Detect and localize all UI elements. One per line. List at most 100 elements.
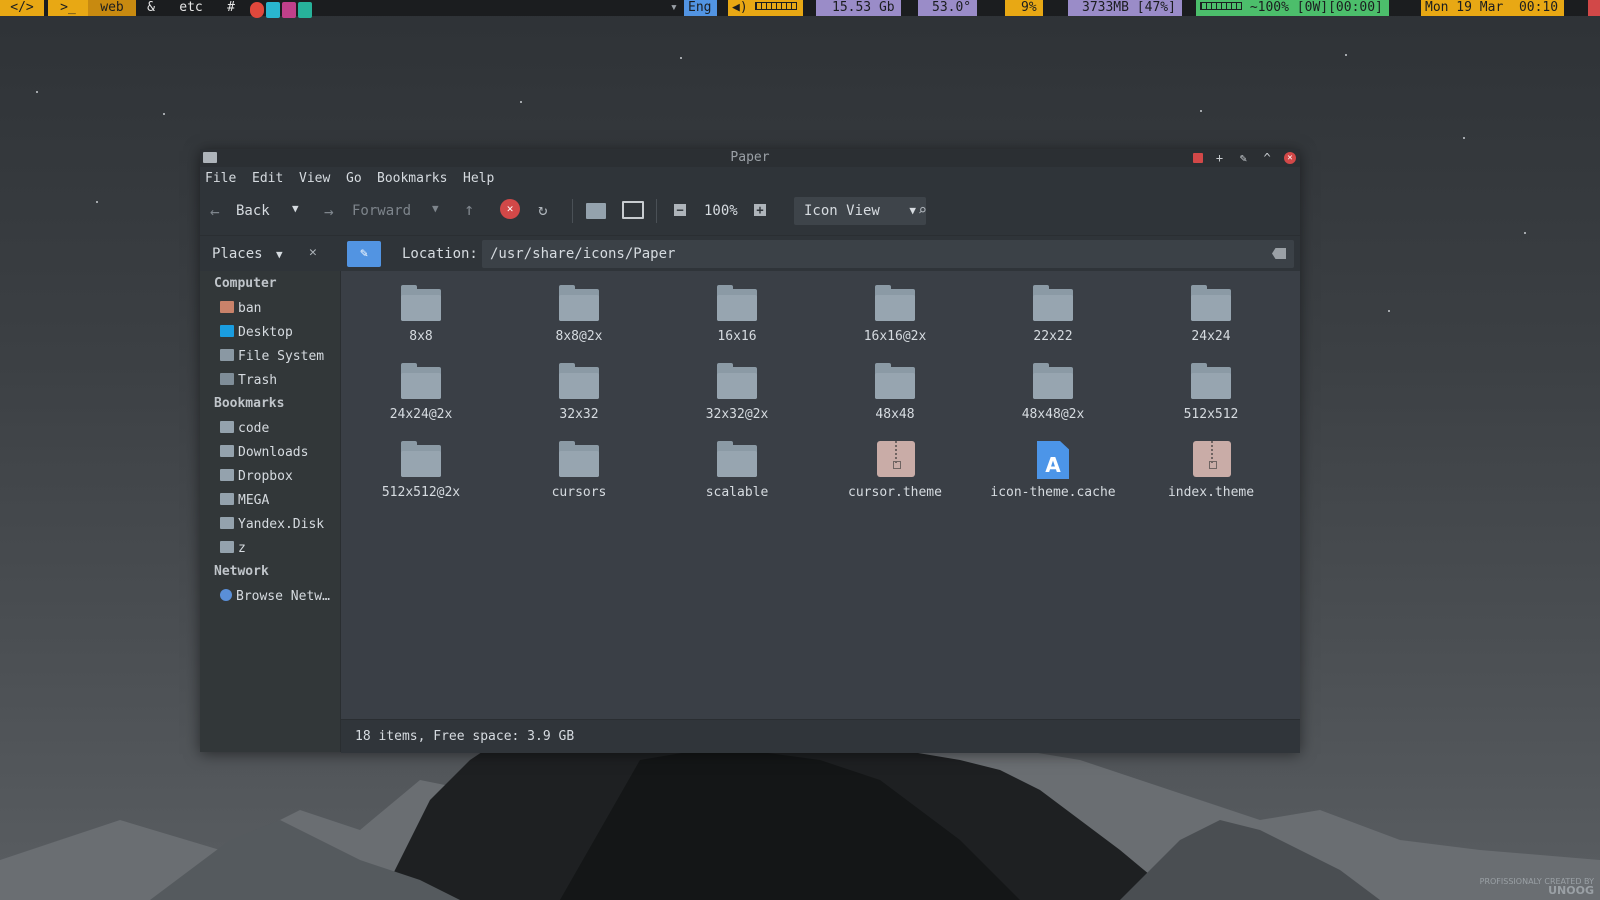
panel-end-marker <box>1588 0 1600 16</box>
add-icon[interactable]: + <box>1213 151 1227 165</box>
file-item[interactable]: index.theme <box>1136 435 1286 507</box>
sidebar-item-downloads[interactable]: Downloads <box>220 443 308 463</box>
sidebar-item-label: File System <box>238 349 325 364</box>
forward-history-dropdown-icon[interactable]: ▼ <box>432 202 439 215</box>
sidebar-item-desktop[interactable]: Desktop <box>220 323 293 343</box>
file-item[interactable]: 512x512 <box>1136 357 1286 429</box>
file-name: 32x32 <box>559 407 599 422</box>
folder-icon <box>203 152 217 163</box>
location-input[interactable]: /usr/share/icons/Paper <box>482 240 1294 268</box>
pin-icon[interactable]: ✎ <box>1236 151 1250 165</box>
file-item[interactable]: 8x8@2x <box>504 279 654 351</box>
intellij-icon[interactable] <box>282 2 296 18</box>
forward-arrow-icon[interactable]: → <box>324 202 334 221</box>
sidebar-item-label: MEGA <box>238 493 270 508</box>
file-item[interactable]: 8x8 <box>346 279 496 351</box>
sidebar-item-code[interactable]: code <box>220 419 269 439</box>
sidebar-item-home[interactable]: ban <box>220 299 261 319</box>
close-icon[interactable]: ✕ <box>1284 152 1296 164</box>
wifi-icon: ▾ <box>670 0 678 15</box>
location-edit-toggle[interactable]: ✎ <box>347 241 381 267</box>
places-dropdown-icon[interactable]: ▼ <box>276 248 283 261</box>
file-name: 24x24 <box>1191 329 1231 344</box>
folder-icon <box>220 517 234 529</box>
sidebar-item-z[interactable]: z <box>220 539 246 559</box>
toolbar: ← Back ▼ → Forward ▼ ↑ ✕ ↻ − 100% + Icon… <box>200 191 1300 235</box>
file-name: scalable <box>705 485 769 500</box>
workspace-6[interactable]: # <box>216 0 246 16</box>
star <box>1388 310 1390 312</box>
chrome-icon[interactable] <box>250 2 264 18</box>
menu-help[interactable]: Help <box>463 171 494 186</box>
places-selector[interactable]: Places <box>212 236 263 272</box>
sidebar-item-mega[interactable]: MEGA <box>220 491 269 511</box>
workspace-3[interactable]: web <box>88 0 136 16</box>
location-path: /usr/share/icons/Paper <box>490 246 676 262</box>
file-item[interactable]: 16x16 <box>662 279 812 351</box>
sidebar-item-label: ban <box>238 301 262 316</box>
sidebar-item-label: z <box>238 541 246 556</box>
sidebar-item-yandex-disk[interactable]: Yandex.Disk <box>220 515 324 535</box>
file-item[interactable]: 24x24 <box>1136 279 1286 351</box>
folder-icon <box>220 421 234 433</box>
workspace-1[interactable]: </> <box>0 0 44 16</box>
back-history-dropdown-icon[interactable]: ▼ <box>292 202 299 215</box>
back-button[interactable]: Back <box>236 203 270 219</box>
menu-file[interactable]: File <box>205 171 236 186</box>
file-item[interactable]: cursor.theme <box>820 435 970 507</box>
maximize-icon[interactable]: ^ <box>1260 151 1274 165</box>
menu-bookmarks[interactable]: Bookmarks <box>377 171 447 186</box>
up-icon[interactable]: ↑ <box>464 200 474 220</box>
home-icon <box>220 301 234 313</box>
menu-edit[interactable]: Edit <box>252 171 283 186</box>
sidebar-item-dropbox[interactable]: Dropbox <box>220 467 293 487</box>
file-item[interactable]: 16x16@2x <box>820 279 970 351</box>
workspace-2[interactable]: >_ <box>48 0 88 16</box>
file-item[interactable]: 48x48 <box>820 357 970 429</box>
folder-icon <box>559 363 599 399</box>
clear-icon[interactable] <box>1272 248 1286 259</box>
computer-icon[interactable] <box>622 201 644 219</box>
workspace-5[interactable]: etc <box>166 0 216 16</box>
volume-indicator[interactable]: ◀) <box>728 0 804 16</box>
file-item[interactable]: Aicon-theme.cache <box>978 435 1128 507</box>
file-item[interactable]: 512x512@2x <box>346 435 496 507</box>
stop-icon[interactable]: ✕ <box>500 199 520 219</box>
sticky-icon[interactable] <box>1192 153 1203 163</box>
file-item[interactable]: cursors <box>504 435 654 507</box>
terminal-app-icon[interactable] <box>298 2 312 18</box>
menu-view[interactable]: View <box>299 171 330 186</box>
view-mode-select[interactable]: Icon View ▼ <box>794 197 926 225</box>
file-name: cursors <box>551 485 607 500</box>
language-indicator[interactable]: Eng <box>684 0 718 16</box>
file-item[interactable]: 22x22 <box>978 279 1128 351</box>
home-folder-icon[interactable] <box>586 203 606 219</box>
star <box>163 113 165 115</box>
zoom-in-icon[interactable]: + <box>754 204 766 216</box>
file-item[interactable]: scalable <box>662 435 812 507</box>
folder-icon <box>401 441 441 477</box>
folder-icon <box>559 441 599 477</box>
menu-go[interactable]: Go <box>346 171 362 186</box>
file-item[interactable]: 32x32 <box>504 357 654 429</box>
sidebar-item-file-system[interactable]: File System <box>220 347 324 367</box>
sidebar-item-browse-network[interactable]: Browse Netw… <box>220 587 330 607</box>
file-name: index.theme <box>1167 485 1255 500</box>
file-name: 48x48 <box>875 407 915 422</box>
back-arrow-icon[interactable]: ← <box>210 202 220 221</box>
search-icon[interactable]: ⌕ <box>918 201 927 219</box>
workspace-4[interactable]: & <box>136 0 166 16</box>
reload-icon[interactable]: ↻ <box>538 200 548 219</box>
forward-button[interactable]: Forward <box>352 203 411 219</box>
file-item[interactable]: 24x24@2x <box>346 357 496 429</box>
trash-icon <box>220 373 234 385</box>
sidebar-item-label: Trash <box>238 373 278 388</box>
title-bar[interactable]: Paper + ✎ ^ ✕ <box>200 149 1300 167</box>
sidebar-item-trash[interactable]: Trash <box>220 371 277 391</box>
close-sidebar-icon[interactable]: ✕ <box>309 245 317 260</box>
file-item[interactable]: 48x48@2x <box>978 357 1128 429</box>
zoom-out-icon[interactable]: − <box>674 204 686 216</box>
pycharm-icon[interactable] <box>266 2 280 18</box>
file-item[interactable]: 32x32@2x <box>662 357 812 429</box>
archive-icon <box>1191 441 1231 477</box>
